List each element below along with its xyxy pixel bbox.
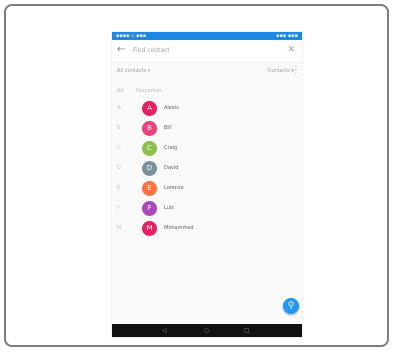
close-icon[interactable]: ✕ — [287, 44, 295, 56]
contact-name: Mohammed — [164, 225, 194, 231]
section-label: Favourites — [136, 88, 162, 94]
contact-row[interactable]: E E Lorenzo — [112, 180, 302, 198]
contact-name: Luis — [164, 205, 174, 211]
search-fab-button[interactable]: ⚲ — [283, 298, 299, 314]
contact-name: Lorenzo — [164, 185, 184, 191]
section-letter: All — [117, 88, 124, 94]
avatar: B — [142, 121, 157, 136]
avatar: F — [142, 201, 157, 216]
avatar: C — [142, 141, 157, 156]
contact-row[interactable]: B B Bill — [112, 120, 302, 138]
back-arrow-icon[interactable]: ← — [117, 44, 125, 56]
index-letter: B — [117, 125, 121, 131]
section-header: All Favourites — [112, 85, 302, 99]
avatar: D — [142, 161, 157, 176]
back-icon[interactable]: ◁ — [162, 324, 167, 337]
avatar: E — [142, 181, 157, 196]
contact-name: Bill — [164, 125, 172, 131]
index-letter: E — [117, 185, 121, 191]
index-letter: A — [117, 105, 121, 111]
dialog-frame: ▪▪▪▪ ▫ ▪▪▪ ▪▪▪ ▪▪▪ ← Find contact ✕ All … — [4, 4, 389, 347]
index-letter: D — [117, 165, 121, 171]
index-letter: C — [117, 145, 121, 151]
navigation-bar: ◁ ○ □ — [112, 324, 302, 337]
home-icon[interactable]: ○ — [204, 324, 209, 337]
contact-row[interactable]: C C Craig — [112, 140, 302, 158]
contacts-filter[interactable]: Contacts ▾ — [268, 68, 294, 74]
contact-name: Alexis — [164, 105, 179, 111]
status-bar: ▪▪▪▪ ▫ ▪▪▪ ▪▪▪ ▪▪▪ — [112, 32, 302, 40]
contact-name: David — [164, 165, 179, 171]
contact-row[interactable]: M M Mohammed — [112, 220, 302, 238]
phone-screen: ▪▪▪▪ ▫ ▪▪▪ ▪▪▪ ▪▪▪ ← Find contact ✕ All … — [112, 32, 302, 337]
filter-row: All contacts ▾ Contacts ▾ ⋮ — [112, 63, 302, 81]
status-bar-right: ▪▪▪ ▪▪▪ — [276, 33, 298, 39]
toolbar-title: Find contact — [133, 47, 170, 54]
account-filter[interactable]: All contacts ▾ — [117, 68, 150, 74]
contact-row[interactable]: F F Luis — [112, 200, 302, 218]
contact-row[interactable]: A A Alexis — [112, 100, 302, 118]
avatar: A — [142, 101, 157, 116]
more-vert-icon[interactable]: ⋮ — [292, 65, 300, 74]
status-bar-left: ▪▪▪▪ ▫ ▪▪▪ — [116, 33, 147, 39]
avatar: M — [142, 221, 157, 236]
contact-row[interactable]: D D David — [112, 160, 302, 178]
index-letter: M — [117, 225, 122, 231]
index-letter: F — [117, 205, 120, 211]
recents-icon[interactable]: □ — [244, 324, 250, 337]
toolbar: ← Find contact ✕ — [112, 40, 302, 63]
search-icon: ⚲ — [287, 301, 295, 311]
contact-name: Craig — [164, 145, 178, 151]
